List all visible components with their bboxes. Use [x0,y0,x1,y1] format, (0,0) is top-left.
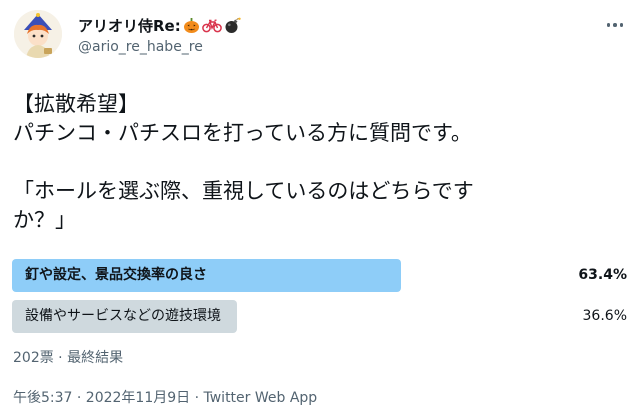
tweet-card: アリオリ侍Re: @ario_re_habe_re 【拡散希望】 パチンコ・パチ… [0,0,635,415]
tweet-blank-line [13,148,618,177]
tweet-line: 【拡散希望】 [13,92,139,116]
bicycle-icon [201,17,222,34]
poll-option-percent: 36.6% [582,308,627,324]
poll-option-label: 設備やサービスなどの遊技環境 [25,308,221,324]
display-name[interactable]: アリオリ侍Re: [78,15,181,36]
poll-option-2: 設備やサービスなどの遊技環境 36.6% [12,300,627,333]
display-name-row[interactable]: アリオリ侍Re: [78,14,241,36]
poll: 釘や設定、景品交換率の良さ 63.4% 設備やサービスなどの遊技環境 36.6% [12,259,627,341]
tweet-text: 【拡散希望】 パチンコ・パチスロを打っている方に質問です。 「ホールを選ぶ際、重… [13,90,618,235]
poll-summary: 202票 · 最終結果 [13,350,124,366]
anime-avatar-icon [14,10,62,58]
poll-option-label: 釘や設定、景品交換率の良さ [25,267,207,283]
tweet-line: 「ホールを選ぶ際、重視しているのはどちらです [13,179,474,203]
avatar[interactable] [14,10,62,58]
tweet-line: パチンコ・パチスロを打っている方に質問です。 [13,121,472,145]
pumpkin-icon [183,17,200,34]
more-options-icon[interactable] [601,16,629,34]
bomb-icon [224,17,241,34]
poll-option-1: 釘や設定、景品交換率の良さ 63.4% [12,259,627,292]
poll-option-percent: 63.4% [578,267,627,283]
user-handle[interactable]: @ario_re_habe_re [78,39,203,55]
tweet-line: か？」 [13,208,76,232]
tweet-timestamp[interactable]: 午後5:37 · 2022年11月9日 · Twitter Web App [13,387,317,407]
